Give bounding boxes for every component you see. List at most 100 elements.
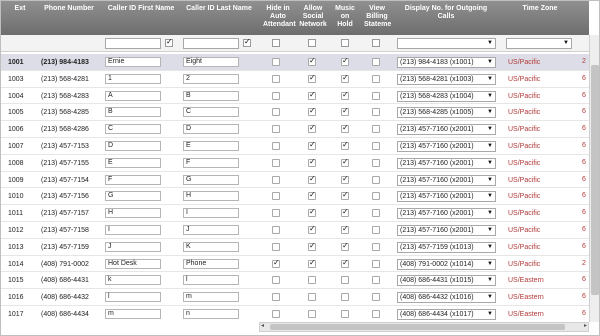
first-name-input[interactable]: 1	[105, 73, 161, 84]
last-name-filter-input[interactable]	[183, 38, 239, 49]
allow-social-checkbox[interactable]	[308, 258, 316, 268]
view-billing-checkbox[interactable]	[372, 142, 380, 150]
view-billing-checkbox[interactable]	[372, 310, 380, 318]
allow-social-checkbox[interactable]	[308, 174, 316, 184]
last-name-input[interactable]: m	[183, 292, 239, 303]
display-number-select[interactable]: (213) 457-7159 (x1013) ▼	[397, 241, 496, 253]
col-header-ext[interactable]: Ext	[7, 5, 33, 13]
table-row[interactable]: 1006 (213) 568-4286 C D (213) 457-7160 (x200…	[1, 121, 589, 138]
vertical-scrollbar[interactable]	[589, 35, 599, 322]
display-number-select[interactable]: (213) 457-7160 (x2001) ▼	[397, 225, 496, 236]
hide-auto-attendant-checkbox[interactable]	[272, 293, 280, 302]
first-name-input[interactable]: Ernie	[105, 57, 161, 67]
view-billing-checkbox[interactable]	[372, 276, 380, 285]
allow-social-checkbox[interactable]	[308, 241, 316, 251]
hide-auto-attendant-checkbox[interactable]	[272, 175, 280, 184]
music-on-hold-checkbox[interactable]	[341, 157, 349, 167]
hide-auto-attendant-checkbox[interactable]	[272, 276, 280, 285]
time-zone-filter-select[interactable]: ▼	[506, 38, 572, 49]
music-on-hold-checkbox[interactable]	[341, 310, 349, 318]
hide-auto-attendant-checkbox[interactable]	[272, 58, 280, 66]
table-row[interactable]: 1011 (213) 457-7157 H I (213) 457-7160 (x200…	[1, 205, 589, 222]
music-on-hold-checkbox[interactable]	[341, 73, 349, 83]
music-on-hold-checkbox[interactable]	[341, 174, 349, 184]
display-number-select[interactable]: (213) 568-4283 (x1004) ▼	[397, 90, 496, 102]
first-name-input[interactable]: I	[105, 225, 161, 235]
display-number-select[interactable]: (213) 568-4281 (x1003) ▼	[397, 73, 496, 85]
view-billing-checkbox[interactable]	[372, 242, 380, 251]
view-billing-checkbox[interactable]	[372, 175, 380, 184]
allow-social-checkbox[interactable]	[308, 157, 316, 167]
display-number-filter-select[interactable]: ▼	[397, 38, 496, 49]
hide-auto-attendant-checkbox[interactable]	[272, 108, 280, 117]
display-number-select[interactable]: (213) 568-4285 (x1005) ▼	[397, 107, 496, 119]
time-zone-cell[interactable]: US/Pacific	[508, 243, 540, 252]
time-zone-cell[interactable]: US/Pacific	[508, 125, 540, 134]
music-on-hold-checkbox[interactable]	[341, 56, 349, 66]
allow-social-checkbox[interactable]	[308, 310, 316, 318]
time-zone-cell[interactable]: US/Pacific	[508, 58, 540, 67]
social-filter-checkbox[interactable]	[308, 39, 316, 47]
hide-auto-attendant-checkbox[interactable]	[272, 226, 280, 234]
last-name-input[interactable]: n	[183, 309, 239, 319]
table-row[interactable]: 1015 (408) 686-4431 k l (408) 686-4431 (x101…	[1, 272, 589, 290]
allow-social-checkbox[interactable]	[308, 73, 316, 83]
table-row[interactable]: 1013 (213) 457-7159 J K (213) 457-7159 (x101…	[1, 238, 589, 256]
first-name-filter-input[interactable]	[105, 38, 161, 49]
time-zone-cell[interactable]: US/Eastern	[508, 310, 544, 319]
first-name-input[interactable]: J	[105, 241, 161, 252]
music-on-hold-checkbox[interactable]	[341, 258, 349, 268]
hide-auto-attendant-checkbox[interactable]	[272, 142, 280, 150]
display-number-select[interactable]: (213) 984-4183 (x1001) ▼	[397, 57, 496, 68]
music-on-hold-checkbox[interactable]	[341, 241, 349, 251]
music-on-hold-checkbox[interactable]	[341, 224, 349, 234]
first-name-input[interactable]: G	[105, 191, 161, 202]
allow-social-checkbox[interactable]	[308, 90, 316, 100]
view-billing-checkbox[interactable]	[372, 158, 380, 167]
last-name-input[interactable]: D	[183, 124, 239, 135]
table-row[interactable]: 1017 (408) 686-4434 m n (408) 686-4434 (x101…	[1, 306, 589, 322]
view-billing-checkbox[interactable]	[372, 192, 380, 201]
table-row[interactable]: 1010 (213) 457-7156 G H (213) 457-7160 (x200…	[1, 188, 589, 206]
last-name-input[interactable]: I	[183, 208, 239, 219]
last-name-input[interactable]: 2	[183, 73, 239, 84]
display-number-select[interactable]: (213) 457-7160 (x2001) ▼	[397, 141, 496, 152]
hide-auto-attendant-checkbox[interactable]	[272, 242, 280, 251]
col-header-first-name[interactable]: Caller ID First Name	[105, 5, 177, 13]
view-billing-checkbox[interactable]	[372, 91, 380, 100]
hide-auto-attendant-checkbox[interactable]	[272, 192, 280, 201]
allow-social-checkbox[interactable]	[308, 123, 316, 134]
allow-social-checkbox[interactable]	[308, 293, 316, 302]
time-zone-cell[interactable]: US/Pacific	[508, 92, 540, 101]
col-header-view-billing[interactable]: View Billing Stateme	[364, 5, 391, 29]
col-header-hide-auto-attendant[interactable]: Hide in Auto Attendant	[263, 5, 296, 29]
first-name-input[interactable]: F	[105, 174, 161, 185]
last-name-input[interactable]: J	[183, 225, 239, 235]
last-name-input[interactable]: F	[183, 157, 239, 168]
table-row[interactable]: 1001 (213) 984-4183 Ernie Eight (213) 984-41…	[1, 54, 589, 71]
display-number-select[interactable]: (213) 457-7160 (x2001) ▼	[397, 174, 496, 186]
allow-social-checkbox[interactable]	[308, 207, 316, 218]
first-name-input[interactable]: k	[105, 275, 161, 286]
col-header-time-zone[interactable]: Time Zone	[509, 5, 571, 13]
col-header-allow-social[interactable]: Allow Social Network	[298, 5, 328, 29]
view-billing-checkbox[interactable]	[372, 293, 380, 302]
vertical-scrollbar-thumb[interactable]	[591, 65, 599, 295]
music-on-hold-checkbox[interactable]	[341, 106, 349, 117]
display-number-select[interactable]: (408) 791-0002 (x1014) ▼	[397, 258, 496, 270]
time-zone-cell[interactable]: US/Pacific	[508, 159, 540, 168]
display-number-select[interactable]: (408) 686-4432 (x1016) ▼	[397, 292, 496, 304]
time-zone-cell[interactable]: US/Pacific	[508, 142, 540, 151]
scroll-right-icon[interactable]: ▸	[584, 322, 587, 329]
allow-social-checkbox[interactable]	[308, 190, 316, 201]
hide-auto-attendant-checkbox[interactable]	[272, 125, 280, 134]
view-billing-checkbox[interactable]	[372, 74, 380, 83]
time-zone-cell[interactable]: US/Pacific	[508, 209, 540, 218]
first-name-input[interactable]: D	[105, 141, 161, 151]
table-row[interactable]: 1012 (213) 457-7158 I J (213) 457-7160 (x200…	[1, 222, 589, 239]
music-on-hold-checkbox[interactable]	[341, 123, 349, 134]
last-name-input[interactable]: Eight	[183, 57, 239, 67]
col-header-music-on-hold[interactable]: Music on Hold	[332, 5, 358, 29]
table-row[interactable]: 1009 (213) 457-7154 F G (213) 457-7160 (x200…	[1, 171, 589, 189]
last-name-filter-checkbox[interactable]	[243, 37, 251, 47]
